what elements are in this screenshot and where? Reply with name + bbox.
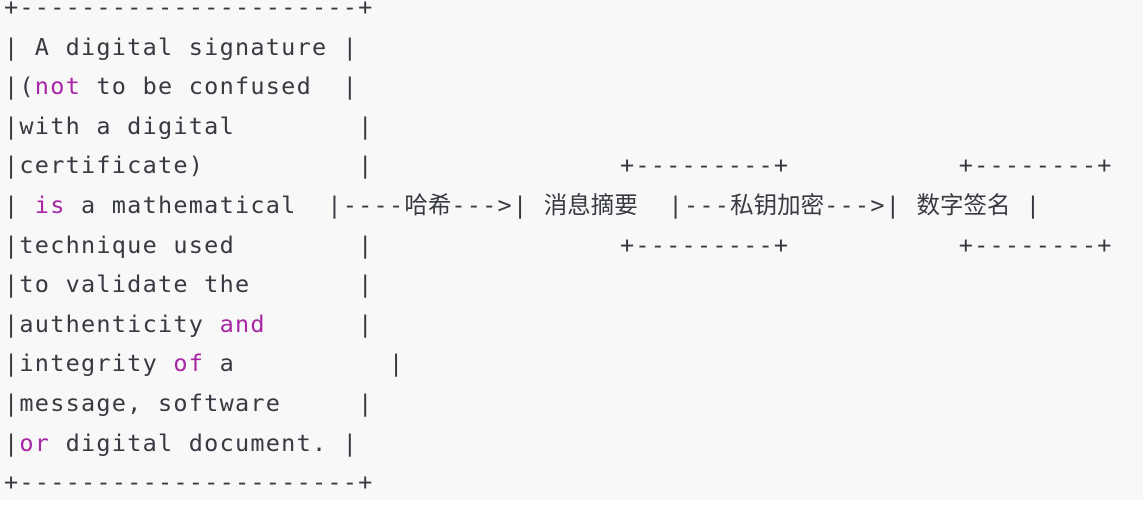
text-segment: |to validate the | xyxy=(4,270,374,299)
text-segment: | xyxy=(4,428,20,457)
source-box-line: |(not to be confused | xyxy=(4,67,1113,107)
keyword: not xyxy=(34,72,81,101)
text-segment: digital document. | xyxy=(50,428,359,457)
source-box-line: |authenticity and | xyxy=(4,305,1113,345)
border: +----------------------+ xyxy=(4,0,374,21)
text-segment: |( xyxy=(4,72,35,101)
border: +----------------------+ xyxy=(4,468,374,497)
box2-bottom-border: +--------+ xyxy=(958,230,1113,259)
source-box-line: |message, software | xyxy=(4,384,1113,424)
code-block: +----------------------+ | A digital sign… xyxy=(0,0,1143,500)
keyword: of xyxy=(173,349,205,378)
box1-top-border: +---------+ xyxy=(619,151,790,180)
box2-right-border: | xyxy=(1010,190,1042,219)
text-segment: | xyxy=(265,309,374,338)
source-box-bottom-border: +----------------------+ xyxy=(4,463,1113,503)
box1-label: 消息摘要 xyxy=(543,190,638,219)
text-segment: | A digital signature | xyxy=(4,32,359,61)
keyword: and xyxy=(219,309,266,338)
text-segment: |authenticity xyxy=(4,309,220,338)
arrow1-head: --->| xyxy=(451,190,544,219)
source-box-line: |to validate the | xyxy=(4,265,1113,305)
arrow2-label: 私钥加密 xyxy=(730,190,825,219)
arrow2-head: --->| xyxy=(824,190,917,219)
text-segment: to be confused | xyxy=(81,72,359,101)
source-box-line: | is a mathematical |----哈希--->| 消息摘要 |-… xyxy=(4,186,1113,226)
ascii-diagram: +----------------------+ | A digital sign… xyxy=(0,0,1113,503)
source-box-line: |or digital document. | xyxy=(4,424,1113,464)
arrow1-line: ---- xyxy=(342,190,405,219)
text-segment: |with a digital | xyxy=(4,111,374,140)
arrow1-label: 哈希 xyxy=(404,190,452,219)
source-box-top-border: +----------------------+ xyxy=(4,0,1113,28)
arrow2-line: |--- xyxy=(637,190,731,219)
source-box-line: |integrity of a | xyxy=(4,344,1113,384)
source-box-line: |certificate) | +---------+ +--------+ xyxy=(4,146,1113,186)
keyword: is xyxy=(34,190,66,219)
text-segment: | xyxy=(4,190,35,219)
box2-top-border: +--------+ xyxy=(958,151,1113,180)
text-segment: |technique used | xyxy=(4,230,374,259)
source-box-line: | A digital signature | xyxy=(4,28,1113,68)
text-segment: |integrity xyxy=(4,349,174,378)
text-segment: |message, software | xyxy=(4,388,374,417)
text-segment: a | xyxy=(204,349,405,378)
box1-bottom-border: +---------+ xyxy=(619,230,790,259)
source-box-line: |with a digital | xyxy=(4,107,1113,147)
text-segment: a mathematical | xyxy=(65,190,343,219)
keyword: or xyxy=(19,428,51,457)
box2-label: 数字签名 xyxy=(916,190,1011,219)
source-box-line: |technique used | +---------+ +--------+ xyxy=(4,226,1113,266)
text-segment: |certificate) | xyxy=(4,151,374,180)
